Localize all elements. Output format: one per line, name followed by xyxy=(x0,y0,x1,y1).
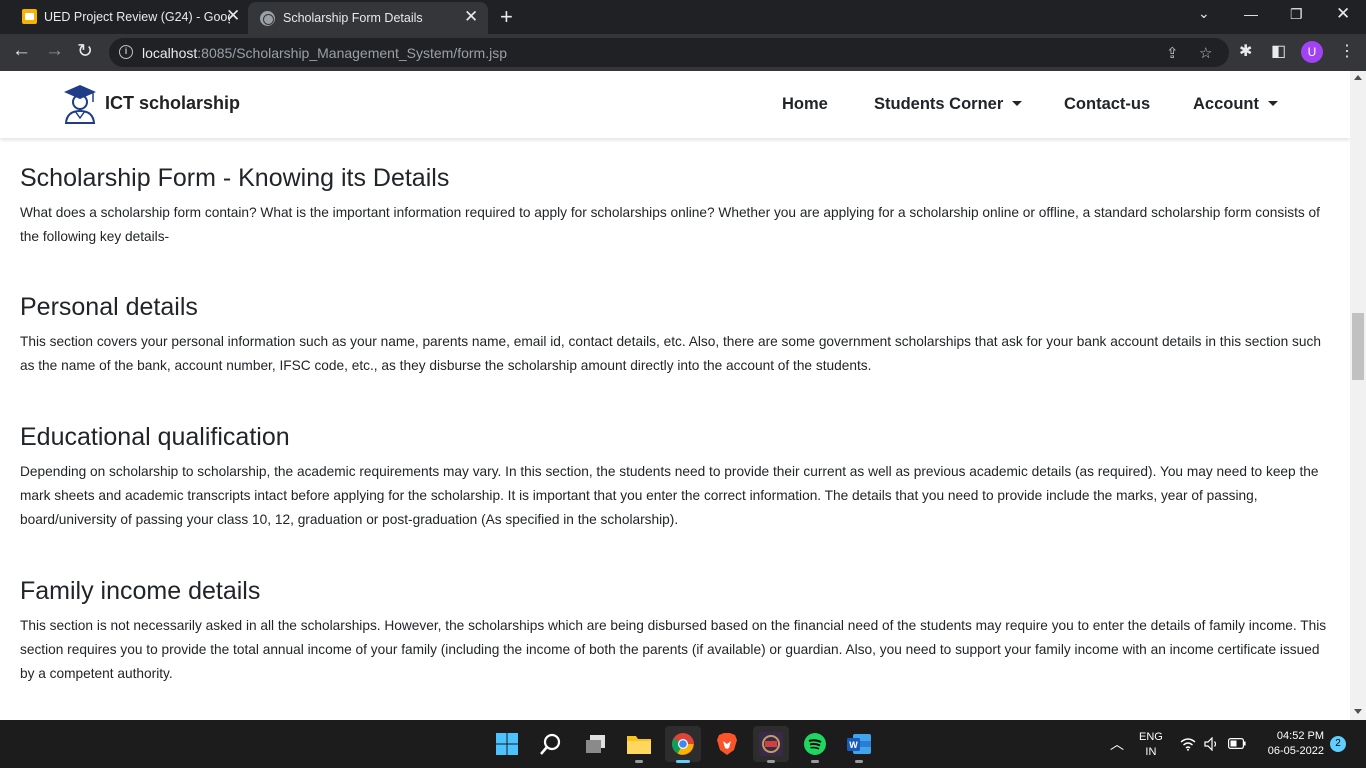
clock-time: 04:52 PM xyxy=(1276,730,1324,742)
scroll-down-arrow-icon[interactable] xyxy=(1354,709,1362,714)
task-view-icon[interactable] xyxy=(578,726,614,762)
tab-title: Scholarship Form Details xyxy=(283,11,423,25)
tab-ued-project-review[interactable]: UED Project Review (G24) - Goog ✕ xyxy=(10,0,246,34)
microsoft-word-icon[interactable]: W xyxy=(841,726,877,763)
section-personal-details: Personal details This section covers you… xyxy=(20,290,1330,378)
spotify-icon[interactable] xyxy=(797,726,833,763)
nav-contact-us[interactable]: Contact-us xyxy=(1064,95,1150,114)
page-title: Scholarship Form - Knowing its Details xyxy=(20,164,450,192)
section-paragraph: Depending on scholarship to scholarship,… xyxy=(20,464,1319,527)
running-indicator xyxy=(767,760,775,763)
running-indicator xyxy=(635,760,643,763)
windows-start-icon[interactable] xyxy=(489,726,525,762)
wifi-icon[interactable] xyxy=(1180,737,1196,751)
profile-avatar[interactable]: U xyxy=(1301,41,1323,63)
game-app-icon[interactable] xyxy=(753,726,789,763)
url-text: localhost:8085/Scholarship_Management_Sy… xyxy=(142,45,507,61)
scroll-up-arrow-icon[interactable] xyxy=(1354,75,1362,80)
svg-text:W: W xyxy=(849,740,858,750)
chrome-icon[interactable] xyxy=(665,726,701,763)
google-slides-icon xyxy=(22,9,37,24)
chrome-menu-icon[interactable]: ⋮ xyxy=(1339,41,1355,61)
globe-icon xyxy=(260,11,275,26)
close-tab-icon[interactable]: ✕ xyxy=(226,6,240,26)
scrollbar-thumb[interactable] xyxy=(1352,313,1364,380)
side-panel-icon[interactable]: ◧ xyxy=(1271,41,1286,61)
tab-title: UED Project Review (G24) - Goog xyxy=(44,10,230,24)
section-heading: Family income details xyxy=(20,577,261,605)
bookmark-star-icon[interactable]: ☆ xyxy=(1199,44,1212,62)
battery-icon[interactable] xyxy=(1228,738,1246,749)
brave-browser-icon[interactable] xyxy=(709,726,745,762)
language-code: ENG xyxy=(1139,731,1163,743)
clock[interactable]: 04:52 PM 06-05-2022 xyxy=(1258,729,1324,759)
nav-account[interactable]: Account xyxy=(1193,95,1278,114)
minimize-icon[interactable]: — xyxy=(1244,6,1258,22)
brand-name[interactable]: ICT scholarship xyxy=(105,93,240,114)
notification-badge[interactable]: 2 xyxy=(1330,736,1346,752)
browser-toolbar: ← → ↻ i localhost:8085/Scholarship_Manag… xyxy=(0,34,1366,71)
clock-date: 06-05-2022 xyxy=(1267,745,1324,757)
file-explorer-icon[interactable] xyxy=(621,726,657,763)
section-educational-qualification: Educational qualification Depending on s… xyxy=(20,420,1330,532)
nav-home[interactable]: Home xyxy=(782,95,828,114)
extensions-puzzle-icon[interactable]: ✱ xyxy=(1239,41,1252,61)
search-icon[interactable] xyxy=(533,726,569,762)
windows-taskbar: W ︿ ENG IN 04:52 PM 06-05-2022 2 xyxy=(0,720,1366,768)
page-scrollbar[interactable] xyxy=(1350,71,1366,720)
restore-icon[interactable]: ❐ xyxy=(1290,6,1303,23)
show-hidden-icons-chevron-icon[interactable]: ︿ xyxy=(1110,734,1124,754)
running-indicator xyxy=(811,760,819,763)
back-arrow-icon[interactable]: ← xyxy=(12,40,31,62)
forward-arrow-icon[interactable]: → xyxy=(45,40,64,62)
site-navbar: ICT scholarship Home Students Corner Con… xyxy=(0,71,1350,138)
address-bar[interactable]: i localhost:8085/Scholarship_Management_… xyxy=(109,38,1229,67)
browser-tab-strip: UED Project Review (G24) - Goog ✕ Schola… xyxy=(0,0,1366,34)
new-tab-icon[interactable]: + xyxy=(500,4,513,30)
section-family-income-details: Family income details This section is no… xyxy=(20,574,1330,686)
tab-search-chevron-icon[interactable]: ⌄ xyxy=(1198,5,1210,22)
share-icon[interactable]: ⇪ xyxy=(1166,44,1179,62)
intro-section: Scholarship Form - Knowing its Details W… xyxy=(20,161,1330,249)
running-indicator xyxy=(855,760,863,763)
reload-icon[interactable]: ↻ xyxy=(77,40,93,63)
site-info-icon[interactable]: i xyxy=(119,45,133,59)
dropdown-caret-icon xyxy=(1012,101,1023,106)
input-language-indicator[interactable]: ENG IN xyxy=(1139,730,1163,760)
dropdown-caret-icon xyxy=(1268,101,1278,106)
section-paragraph: This section is not necessarily asked in… xyxy=(20,618,1327,681)
active-indicator xyxy=(676,760,690,763)
graduate-logo-icon[interactable] xyxy=(63,84,97,124)
section-paragraph: This section covers your personal inform… xyxy=(20,334,1321,373)
intro-paragraph: What does a scholarship form contain? Wh… xyxy=(20,205,1320,244)
close-tab-icon[interactable]: ✕ xyxy=(464,7,478,27)
page-viewport: ICT scholarship Home Students Corner Con… xyxy=(0,71,1366,720)
section-heading: Educational qualification xyxy=(20,423,290,451)
volume-icon[interactable] xyxy=(1204,737,1220,751)
section-heading: Personal details xyxy=(20,293,198,321)
tab-scholarship-form-details[interactable]: Scholarship Form Details ✕ xyxy=(248,2,488,34)
region-code: IN xyxy=(1145,746,1157,758)
nav-students-corner[interactable]: Students Corner xyxy=(874,95,1023,114)
close-window-icon[interactable]: ✕ xyxy=(1336,4,1350,24)
